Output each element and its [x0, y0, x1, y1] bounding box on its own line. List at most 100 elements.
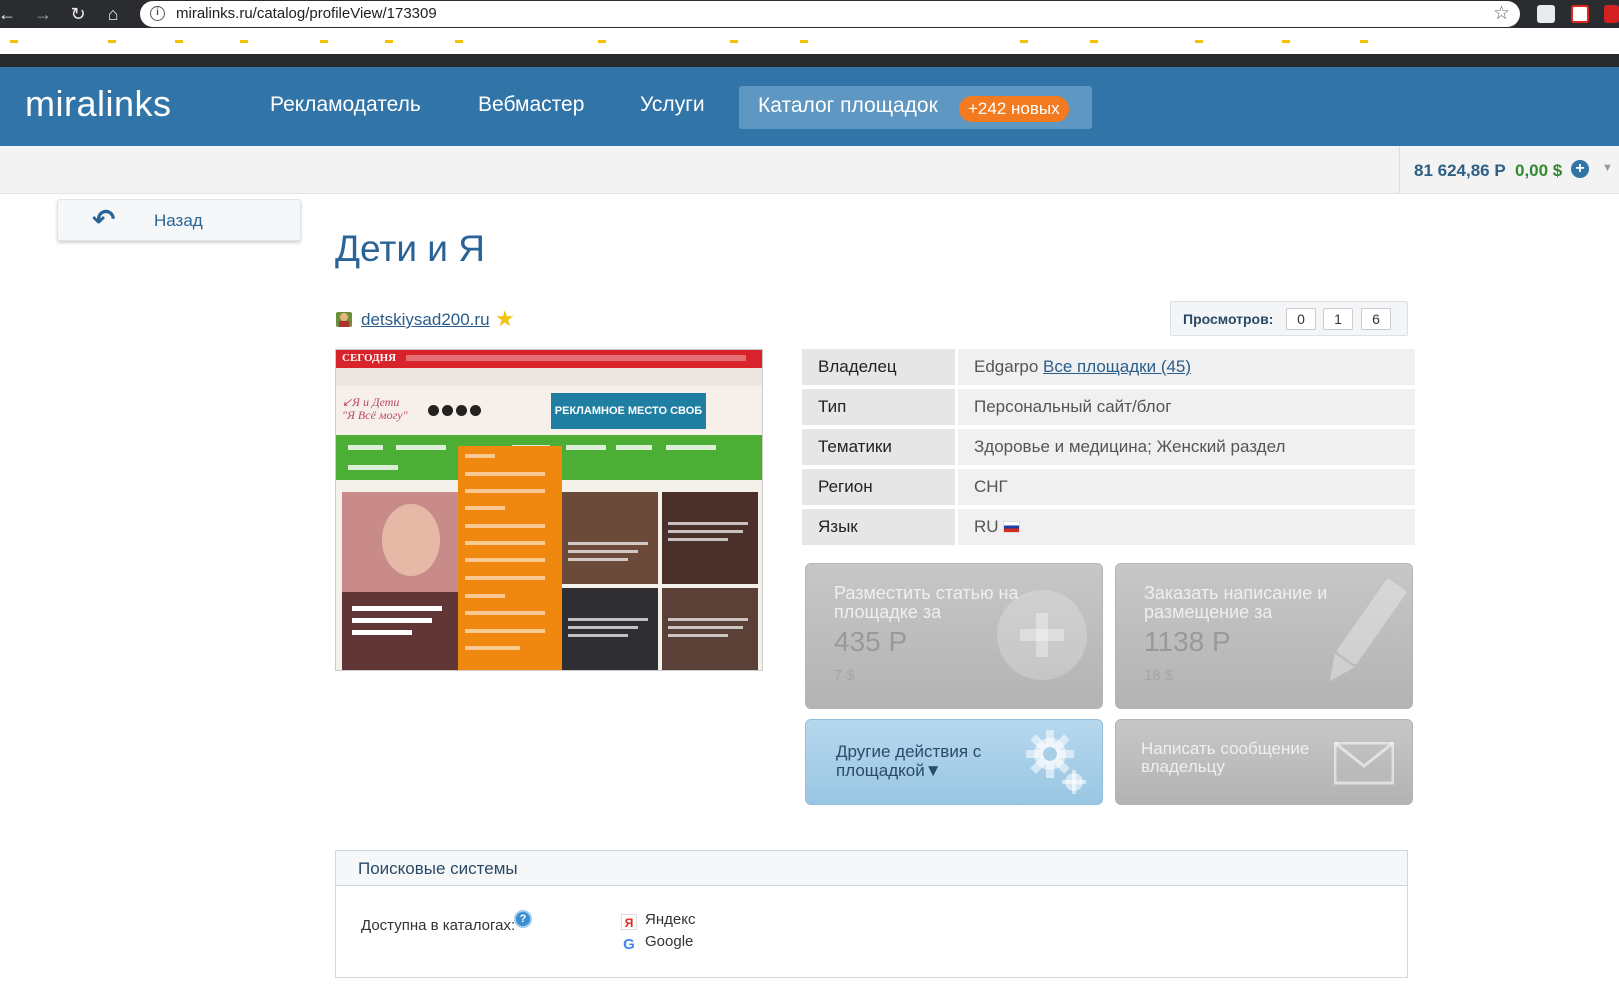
owner-name: Edgarpo: [974, 357, 1039, 376]
page-title: Дети и Я: [335, 228, 485, 269]
info-value: Персональный сайт/блог: [958, 389, 1415, 425]
forward-arrow-icon[interactable]: →: [32, 3, 54, 25]
site-info-icon[interactable]: i: [150, 6, 165, 21]
engine-google: G Google: [621, 933, 693, 953]
views-count-today: 0: [1286, 308, 1316, 330]
chevron-down-icon[interactable]: ▼: [1602, 162, 1613, 174]
thumb-brand: СЕГОДНЯ: [342, 352, 397, 364]
russia-flag-icon: [1002, 521, 1020, 533]
back-button-label: Назад: [154, 211, 203, 230]
info-value: RU: [958, 509, 1415, 545]
favorite-star-icon[interactable]: ★: [495, 306, 515, 332]
browser-strip: [0, 54, 1619, 67]
nav-catalog[interactable]: Каталог площадок +242 новых: [739, 86, 1092, 129]
info-value: СНГ: [958, 469, 1415, 505]
catalogs-label: Доступна в каталогах:: [361, 917, 516, 934]
thumb-photo-woman: [342, 492, 458, 670]
engine-yandex: Я Яндекс: [621, 911, 695, 930]
other-actions-button[interactable]: Другие действия с площадкой▼: [805, 719, 1103, 805]
panel-title: Поисковые системы: [358, 859, 518, 878]
thumb-logo: ↙Я и Дети "Я Всё могу": [342, 396, 408, 422]
thumb-tile-4: [662, 588, 758, 670]
balance-rub: 81 624,86 Р: [1414, 161, 1506, 180]
thumb-social-icons: [428, 403, 484, 421]
extension-icon[interactable]: [1537, 5, 1555, 23]
thumb-tile-1: [562, 492, 658, 584]
site-header: miralinks Рекламодатель Вебмастер Услуги…: [0, 67, 1619, 146]
engine-name: Google: [645, 933, 694, 950]
info-value: Здоровье и медицина; Женский раздел: [958, 429, 1415, 465]
balance-bar: 81 624,86 Р 0,00 $ + ▼: [0, 146, 1619, 194]
info-value: Edgarpo Все площадки (45): [958, 349, 1415, 385]
info-row-topics: Тематики Здоровье и медицина; Женский ра…: [802, 429, 1415, 465]
thumb-logo-line2: "Я Всё могу": [342, 408, 408, 422]
back-arrow-icon[interactable]: ←: [0, 3, 18, 25]
bookmark-star-icon[interactable]: ☆: [1493, 2, 1510, 25]
place-article-usd: 7 $: [834, 667, 855, 684]
order-writing-title: Заказать написание и размещение за: [1144, 583, 1328, 622]
info-key: Тип: [802, 389, 955, 425]
adblock-extension-icon[interactable]: [1604, 5, 1619, 23]
envelope-icon: [1334, 742, 1394, 785]
language-code: RU: [974, 517, 999, 536]
new-sites-badge: +242 новых: [959, 96, 1069, 122]
order-writing-price: 1138 Р: [1144, 626, 1231, 657]
info-row-owner: Владелец Edgarpo Все площадки (45): [802, 349, 1415, 385]
other-actions-title: Другие действия с площадкой▼: [836, 742, 982, 780]
message-owner-title: Написать сообщение владельцу: [1141, 739, 1310, 776]
info-key: Владелец: [802, 349, 955, 385]
views-count-total: 6: [1361, 308, 1391, 330]
nav-webmaster[interactable]: Вебмастер: [478, 93, 584, 117]
thumb-topbar: СЕГОДНЯ: [336, 350, 762, 368]
site-domain-link[interactable]: detskiysad200.ru: [361, 310, 490, 330]
thumb-subbar: [336, 368, 762, 386]
bookmarks-dots: [10, 40, 1368, 43]
back-button[interactable]: ↶ Назад: [57, 199, 301, 241]
place-article-title: Разместить статью на площадке за: [834, 583, 1019, 622]
place-article-button[interactable]: Разместить статью на площадке за 435 Р 7…: [805, 563, 1103, 709]
place-article-price: 435 Р: [834, 626, 908, 657]
views-count-week: 1: [1323, 308, 1353, 330]
url-text[interactable]: miralinks.ru/catalog/profileView/173309: [176, 5, 437, 22]
info-key: Тематики: [802, 429, 955, 465]
thumb-ticker: [406, 355, 746, 361]
browser-toolbar: ← → ↻ ⌂ i miralinks.ru/catalog/profileVi…: [0, 0, 1619, 28]
divider: [1399, 146, 1400, 194]
nav-catalog-label: Каталог площадок: [758, 94, 938, 117]
thumb-tile-2: [662, 492, 758, 584]
thumb-tile-3: [562, 588, 658, 670]
panel-header: Поисковые системы: [336, 851, 1407, 886]
thumb-ad-banner: РЕКЛАМНОЕ МЕСТО СВОБ: [551, 393, 706, 429]
info-row-region: Регион СНГ: [802, 469, 1415, 505]
info-row-type: Тип Персональный сайт/блог: [802, 389, 1415, 425]
home-icon[interactable]: ⌂: [102, 3, 124, 25]
info-key: Язык: [802, 509, 955, 545]
balance-usd: 0,00 $: [1515, 161, 1563, 180]
reload-icon[interactable]: ↻: [67, 3, 89, 25]
bookmarks-bar: [0, 28, 1619, 54]
address-bar[interactable]: i miralinks.ru/catalog/profileView/17330…: [140, 1, 1520, 27]
nav-advertiser[interactable]: Рекламодатель: [270, 93, 421, 117]
yandex-icon: Я: [621, 914, 637, 930]
order-writing-usd: 18 $: [1144, 667, 1174, 684]
info-row-language: Язык RU: [802, 509, 1415, 545]
google-icon: G: [623, 936, 635, 953]
order-writing-button[interactable]: Заказать написание и размещение за 1138 …: [1115, 563, 1413, 709]
site-screenshot[interactable]: СЕГОДНЯ ↙Я и Дети "Я Всё могу" РЕКЛАМНОЕ…: [335, 349, 763, 671]
site-logo[interactable]: miralinks: [25, 83, 172, 125]
gear-icon: [1026, 730, 1086, 794]
views-counter: Просмотров: 0 1 6: [1170, 301, 1408, 336]
yandex-extension-icon[interactable]: [1571, 5, 1589, 23]
help-icon[interactable]: ?: [514, 910, 532, 928]
add-funds-icon[interactable]: +: [1571, 160, 1589, 178]
all-sites-link[interactable]: Все площадки (45): [1043, 357, 1191, 376]
message-owner-button[interactable]: Написать сообщение владельцу: [1115, 719, 1413, 805]
views-label: Просмотров:: [1183, 311, 1274, 327]
thumb-dropdown-menu: [458, 446, 562, 670]
nav-services[interactable]: Услуги: [640, 93, 705, 117]
back-icon: ↶: [92, 204, 116, 235]
engine-name: Яндекс: [645, 911, 696, 928]
favicon-icon: [336, 312, 352, 327]
info-key: Регион: [802, 469, 955, 505]
search-engines-panel: Поисковые системы Доступна в каталогах: …: [335, 850, 1408, 978]
